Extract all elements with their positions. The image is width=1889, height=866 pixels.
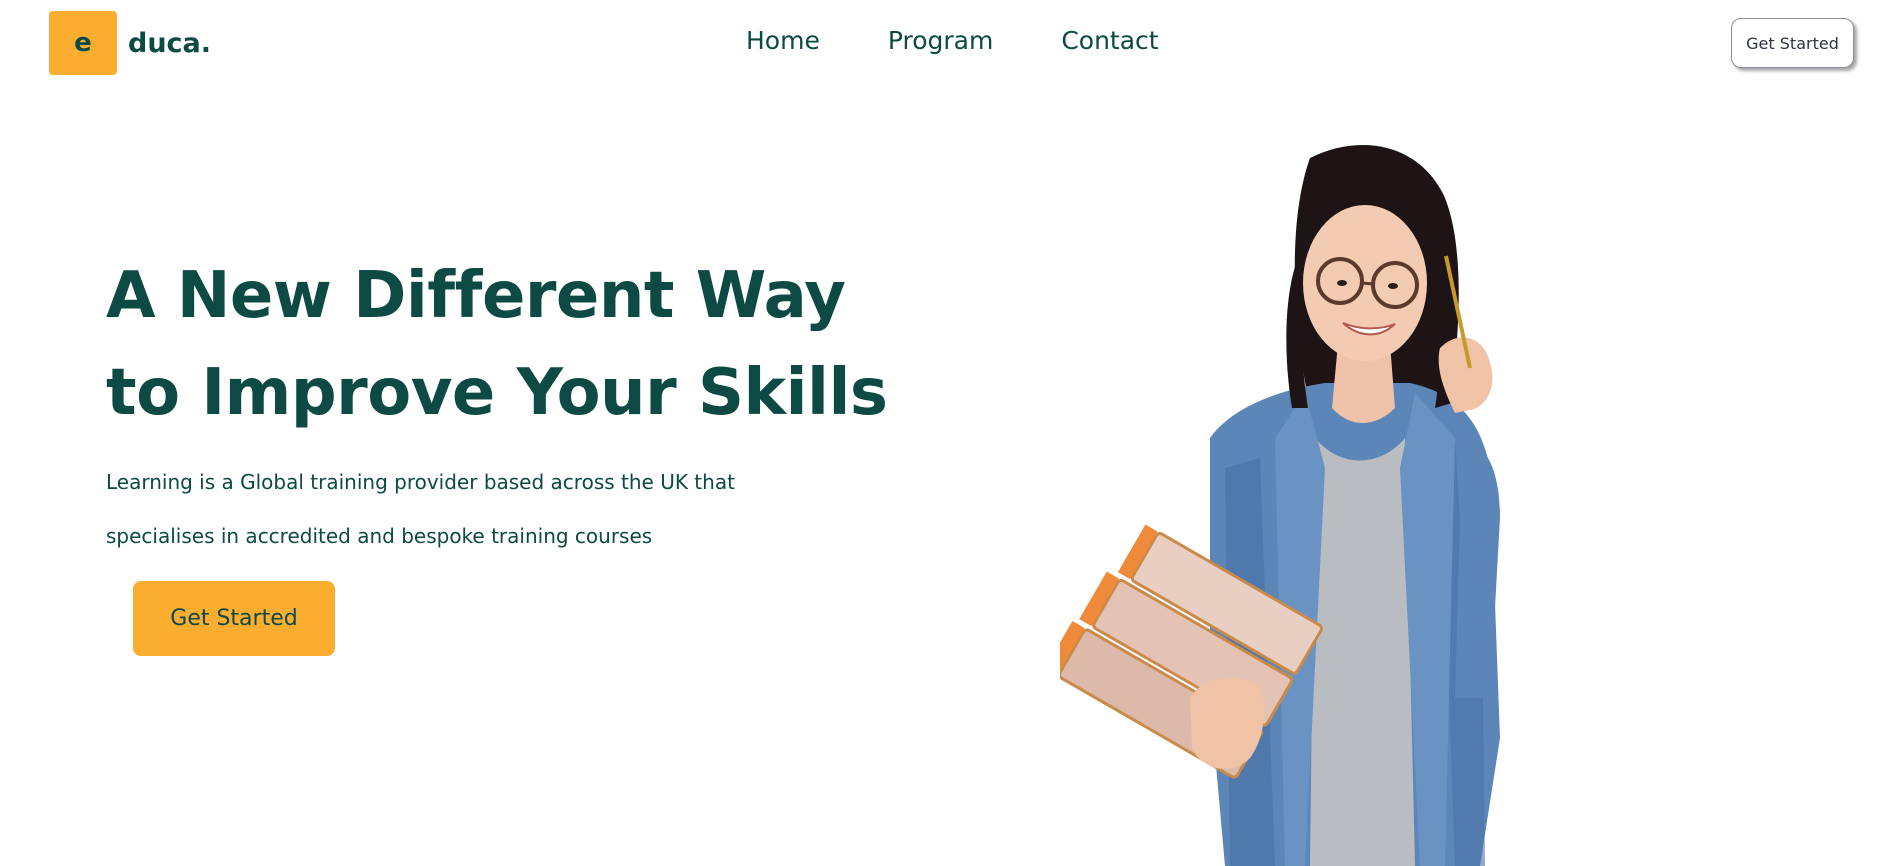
hero-title-line-2: to Improve Your Skills xyxy=(106,356,888,430)
student-with-books-illustration xyxy=(1060,145,1500,866)
hero-title: A New Different Way to Improve Your Skil… xyxy=(106,248,888,442)
landing-page: e duca. Home Program Contact Get Started… xyxy=(0,0,1889,866)
brand-name: duca. xyxy=(128,27,212,59)
hero-title-line-1: A New Different Way xyxy=(106,259,846,333)
logo-badge: e xyxy=(49,11,117,75)
hero-get-started-button[interactable]: Get Started xyxy=(133,581,335,656)
logo-badge-letter: e xyxy=(74,28,92,58)
nav-link-contact[interactable]: Contact xyxy=(1061,26,1158,55)
nav-link-home[interactable]: Home xyxy=(746,26,820,55)
header-get-started-button[interactable]: Get Started xyxy=(1731,18,1854,68)
nav-link-program[interactable]: Program xyxy=(888,26,993,55)
hero-description-line-2: specialises in accredited and bespoke tr… xyxy=(106,524,653,548)
brand-logo[interactable]: e duca. xyxy=(49,11,211,75)
hero-description: Learning is a Global training provider b… xyxy=(106,455,806,563)
hero-description-line-1: Learning is a Global training provider b… xyxy=(106,470,735,494)
main-nav: Home Program Contact xyxy=(746,26,1159,55)
